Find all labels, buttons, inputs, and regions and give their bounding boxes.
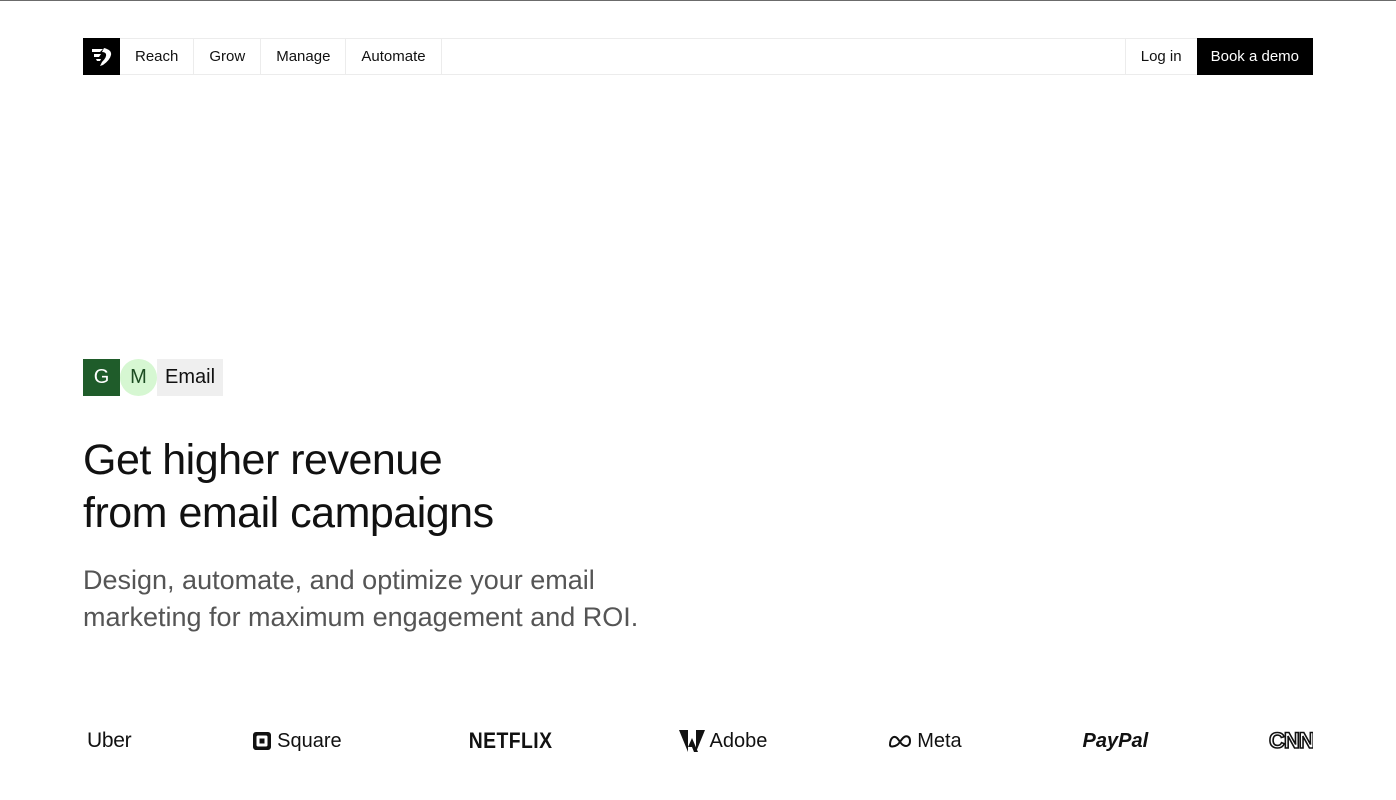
meta-logo-icon xyxy=(889,735,912,748)
logo-adobe-text: Adobe xyxy=(709,729,768,752)
brand-bird-logo-icon xyxy=(91,47,111,66)
nav-item-label: Manage xyxy=(276,48,331,65)
tag-m: M xyxy=(120,359,157,396)
logo-cnn: CNN xyxy=(1269,731,1313,751)
logo-cnn-text: CNN xyxy=(1269,731,1313,751)
nav-item-grow[interactable]: Grow xyxy=(194,39,262,74)
nav-item-label: Grow xyxy=(209,48,246,65)
square-logo-icon xyxy=(253,732,272,750)
subhead-line-1: Design, automate, and optimize your emai… xyxy=(83,565,595,595)
logo-square-text: Square xyxy=(277,729,342,752)
book-demo-label: Book a demo xyxy=(1210,48,1299,65)
login-link[interactable]: Log in xyxy=(1124,39,1197,74)
tag-g: G xyxy=(83,359,120,396)
top-border-line xyxy=(0,0,1396,1)
tag-email: Email xyxy=(157,359,224,396)
hero-subheadline: Design, automate, and optimize your emai… xyxy=(83,562,723,636)
logo-uber: Uber xyxy=(83,729,132,753)
nav-item-manage[interactable]: Manage xyxy=(261,39,347,74)
headline-line-2: from email campaigns xyxy=(83,489,494,537)
logo-paypal: PayPal xyxy=(1083,730,1149,753)
logo-paypal-text: PayPal xyxy=(1082,729,1149,752)
headline-line-1: Get higher revenue xyxy=(83,436,443,484)
logo-uber-text: Uber xyxy=(87,729,132,752)
adobe-logo-icon xyxy=(678,730,705,752)
channel-tags: G M Email xyxy=(83,359,224,396)
logo-adobe: Adobe xyxy=(678,729,768,753)
nav-item-label: Reach xyxy=(135,48,179,65)
logo-meta-text: Meta xyxy=(917,729,962,752)
cnn-logo-icon: CNN xyxy=(1269,731,1313,751)
top-navigation: Reach Grow Manage Automate Log in Book a… xyxy=(83,38,1313,75)
customer-logos: Uber Square NETFLIX Adobe Meta PayPal CN… xyxy=(83,722,1313,760)
book-demo-button[interactable]: Book a demo xyxy=(1196,38,1313,75)
login-label: Log in xyxy=(1140,48,1182,65)
logo-square: Square xyxy=(252,730,342,753)
logo-netflix-text: NETFLIX xyxy=(468,728,552,753)
nav-item-automate[interactable]: Automate xyxy=(346,39,442,74)
hero-headline: Get higher revenue from email campaigns xyxy=(83,434,783,540)
brand-logo[interactable] xyxy=(83,38,120,75)
nav-item-label: Automate xyxy=(361,48,426,65)
logo-meta: Meta xyxy=(888,729,962,753)
subhead-line-2: marketing for maximum engagement and ROI… xyxy=(83,602,639,632)
logo-netflix: NETFLIX xyxy=(468,728,552,754)
nav-item-reach[interactable]: Reach xyxy=(120,39,195,74)
